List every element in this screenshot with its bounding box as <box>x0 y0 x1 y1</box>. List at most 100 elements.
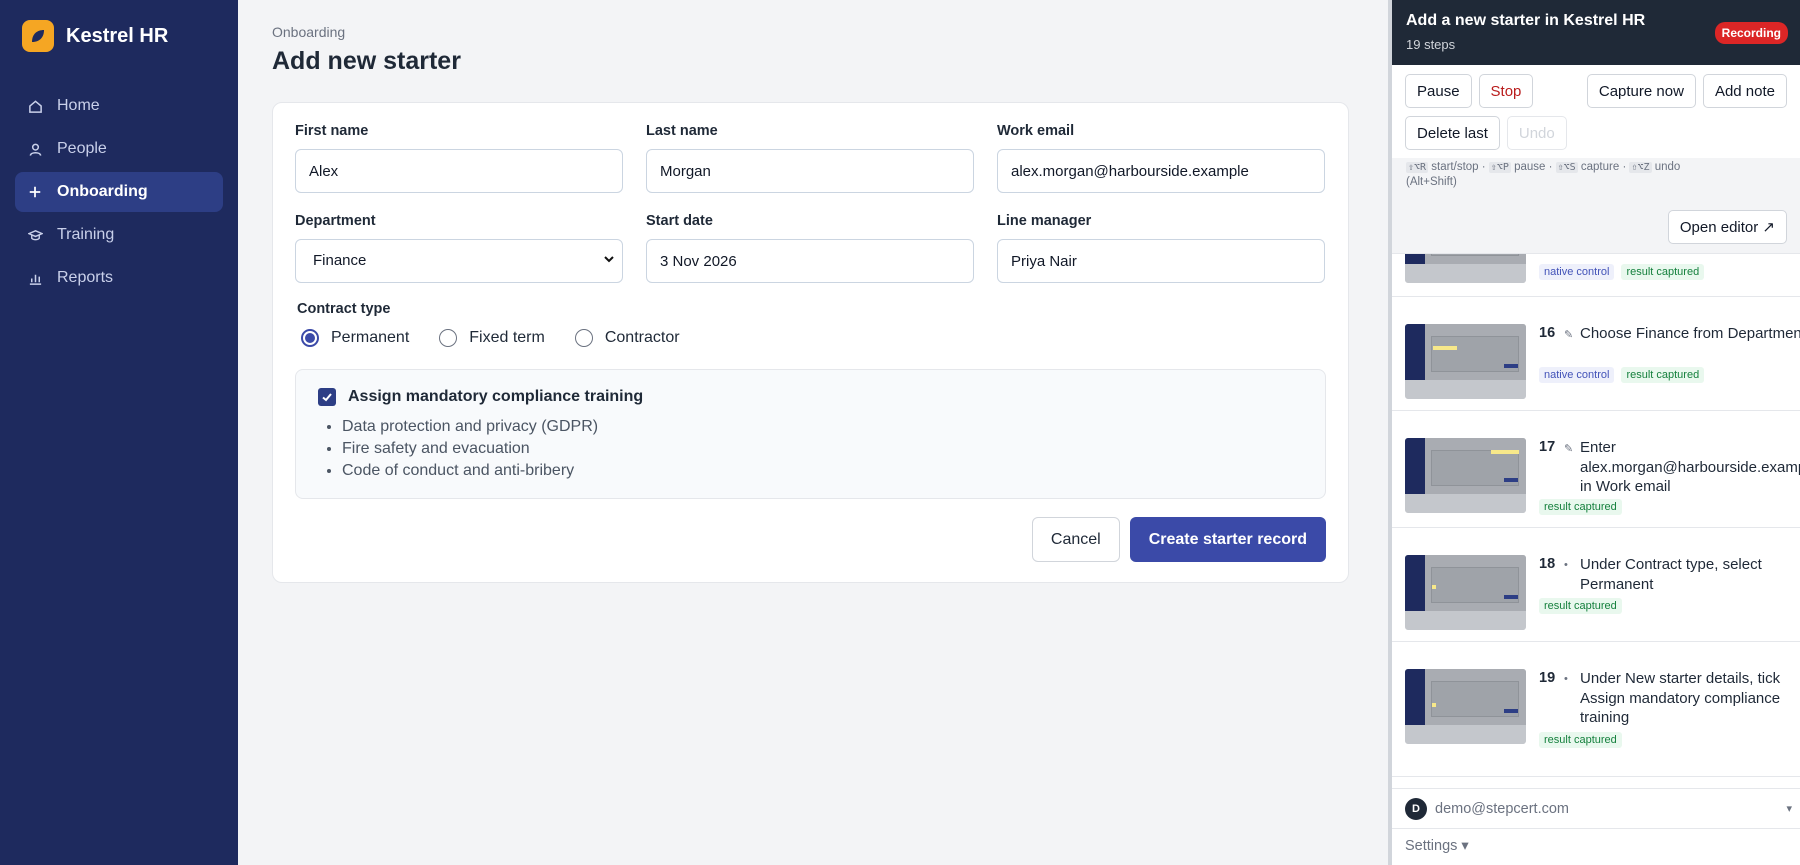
radio-permanent[interactable]: Permanent <box>297 329 409 347</box>
shortcut-note: (Alt+Shift) <box>1406 176 1457 188</box>
sidebar-item-reports[interactable]: Reports <box>15 258 223 298</box>
bullet-icon: • <box>1564 673 1568 685</box>
capture-now-button[interactable]: Capture now <box>1586 74 1696 108</box>
radio-selected-icon[interactable] <box>301 329 319 347</box>
step-number: 18 <box>1539 556 1556 572</box>
step-tags: result captured <box>1539 499 1629 515</box>
brand[interactable]: Kestrel HR <box>0 0 238 72</box>
shortcut-text: undo <box>1654 161 1681 173</box>
step-tags: result captured <box>1539 732 1629 748</box>
shortcut-key: ⇧⌥P <box>1488 162 1511 173</box>
delete-last-button[interactable]: Delete last <box>1405 116 1500 150</box>
form-actions: Cancel Create starter record <box>295 517 1326 562</box>
step-text[interactable]: Choose Finance from Department <box>1580 324 1800 344</box>
sidebar-item-label: Training <box>57 226 115 243</box>
radio-label: Contractor <box>604 329 680 346</box>
step-thumbnail[interactable] <box>1405 555 1526 630</box>
chevron-down-icon[interactable]: ▾ <box>1786 802 1792 815</box>
pencil-icon: ✎ <box>1564 443 1574 455</box>
radio-unselected-icon[interactable] <box>574 329 593 347</box>
step-thumbnail[interactable] <box>1405 669 1526 744</box>
step-thumbnail[interactable] <box>1405 254 1526 283</box>
radio-contractor[interactable]: Contractor <box>571 329 680 347</box>
step-item[interactable]: 16 ✎ Choose Finance from Department nati… <box>1392 297 1800 411</box>
shortcut-text: capture · <box>1580 161 1627 173</box>
last-name-input[interactable] <box>646 149 974 193</box>
step-thumbnail[interactable] <box>1405 324 1526 399</box>
radio-fixed-term[interactable]: Fixed term <box>435 329 545 347</box>
person-icon <box>27 141 43 157</box>
radio-label: Permanent <box>331 329 410 346</box>
home-icon <box>27 98 43 114</box>
step-item[interactable]: 19 • Under New starter details, tick Ass… <box>1392 642 1800 777</box>
list-item: Data protection and privacy (GDPR) <box>342 416 1303 438</box>
sidebar: Kestrel HR Home People Onboarding Traini… <box>0 0 238 865</box>
create-starter-record-button[interactable]: Create starter record <box>1129 517 1326 562</box>
native-control-tag: native control <box>1539 264 1615 280</box>
checkbox-checked-icon[interactable] <box>318 388 336 406</box>
sidebar-item-onboarding[interactable]: Onboarding <box>15 172 223 212</box>
result-captured-tag: result captured <box>1539 732 1622 748</box>
native-control-tag: native control <box>1539 367 1615 383</box>
step-item[interactable]: native control result captured <box>1392 254 1800 297</box>
chevron-down-icon <box>603 253 615 268</box>
start-date-field: Start date <box>646 213 974 283</box>
department-select[interactable]: Finance <box>295 239 623 283</box>
work-email-field: Work email <box>997 123 1325 193</box>
stop-button[interactable]: Stop <box>1478 74 1534 108</box>
start-date-label: Start date <box>646 213 713 229</box>
step-text[interactable]: Under New starter details, tick Assign m… <box>1580 669 1800 728</box>
editor-row: Open editor ↗ <box>1392 200 1800 254</box>
compliance-checkbox-label: Assign mandatory compliance training <box>348 388 644 405</box>
line-manager-label: Line manager <box>997 213 1092 229</box>
step-number: 17 <box>1539 439 1556 455</box>
department-selected-value[interactable]: Finance <box>295 239 623 283</box>
recorder-panel: Add a new starter in Kestrel HR 19 steps… <box>1388 0 1800 865</box>
page-title: Add new starter <box>272 47 461 75</box>
step-item[interactable]: 17 ✎ Enter alex.morgan@harbourside.examp… <box>1392 411 1800 528</box>
result-captured-tag: result captured <box>1621 367 1705 383</box>
sidebar-item-label: Reports <box>57 269 114 286</box>
account-email: demo@stepcert.com <box>1435 800 1569 817</box>
sidebar-item-home[interactable]: Home <box>15 86 223 126</box>
last-name-label: Last name <box>646 123 718 139</box>
radio-label: Fixed term <box>469 329 545 346</box>
new-starter-form: First name Last name Work email Departme… <box>272 102 1349 583</box>
app-name: Kestrel HR <box>66 24 169 47</box>
radio-unselected-icon[interactable] <box>439 329 458 347</box>
first-name-input[interactable] <box>295 149 623 193</box>
settings-toggle[interactable]: Settings ▾ <box>1392 828 1800 865</box>
line-manager-input[interactable] <box>997 239 1325 283</box>
step-tags: result captured <box>1539 598 1629 614</box>
sidebar-item-training[interactable]: Training <box>15 215 223 255</box>
start-date-input[interactable] <box>646 239 974 283</box>
step-thumbnail[interactable] <box>1405 438 1526 513</box>
pause-button[interactable]: Pause <box>1405 74 1472 108</box>
cancel-button[interactable]: Cancel <box>1031 517 1120 562</box>
compliance-course-list: Data protection and privacy (GDPR) Fire … <box>342 416 1303 482</box>
sidebar-item-label: Onboarding <box>57 183 148 200</box>
step-item[interactable]: 18 • Under Contract type, select Permane… <box>1392 528 1800 642</box>
steps-list[interactable]: native control result captured 16 ✎ Choo… <box>1392 254 1800 784</box>
step-text[interactable]: Under Contract type, select Permanent <box>1580 555 1800 594</box>
compliance-checkbox-row[interactable]: Assign mandatory compliance training <box>318 388 1303 406</box>
step-number: 19 <box>1539 670 1556 686</box>
line-manager-field: Line manager <box>997 213 1325 283</box>
plus-icon <box>27 184 43 200</box>
recorder-header: Add a new starter in Kestrel HR 19 steps… <box>1392 0 1800 65</box>
keyboard-shortcuts-hint: ⇧⌥R start/stop · ⇧⌥P pause · ⇧⌥S capture… <box>1392 158 1800 200</box>
contract-type-group: Contract type Permanent Fixed term Contr… <box>295 301 1326 347</box>
department-field: Department Finance <box>295 213 623 283</box>
step-text[interactable]: Enter alex.morgan@harbourside.example in… <box>1580 438 1800 497</box>
open-editor-button[interactable]: Open editor ↗ <box>1667 209 1787 244</box>
sidebar-item-label: People <box>57 140 107 157</box>
add-note-button[interactable]: Add note <box>1702 74 1787 108</box>
work-email-input[interactable] <box>997 149 1325 193</box>
shortcut-key: ⇧⌥S <box>1555 162 1578 173</box>
account-switcher[interactable]: D demo@stepcert.com ▾ <box>1392 788 1800 828</box>
avatar: D <box>1405 797 1427 820</box>
undo-button[interactable]: Undo <box>1506 116 1567 150</box>
sidebar-item-people[interactable]: People <box>15 129 223 169</box>
contract-type-label: Contract type <box>297 301 391 317</box>
breadcrumb[interactable]: Onboarding <box>272 24 1354 40</box>
